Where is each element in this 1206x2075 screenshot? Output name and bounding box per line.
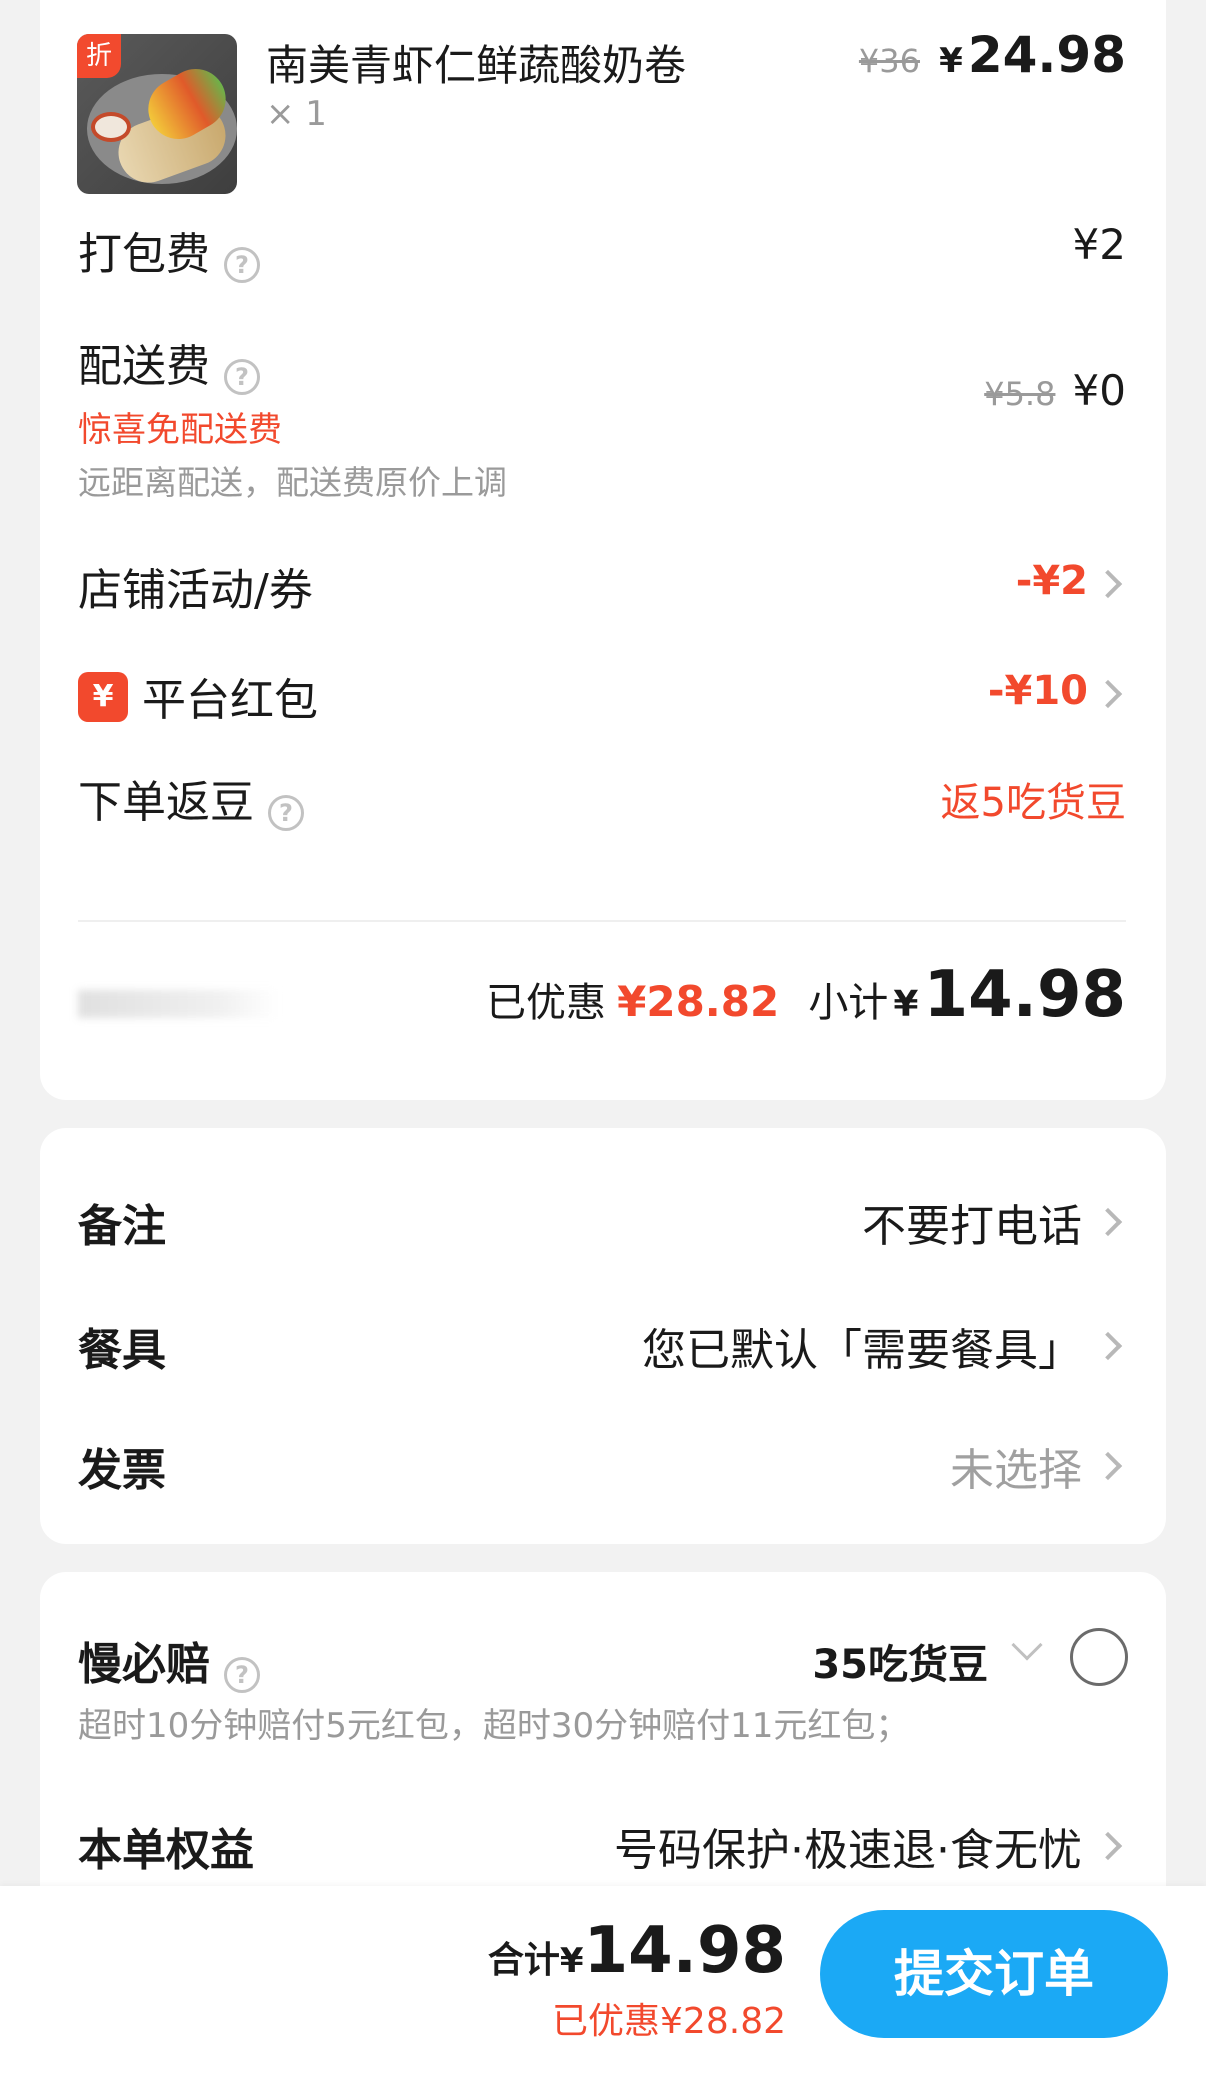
delivery-original-fee: ¥5.8 [984,375,1056,413]
burrito-food-image: 折 [77,34,237,194]
subtotal-label: 小计 [808,980,889,1026]
subtotal-value: 14.98 [923,958,1126,1032]
delivery-fee-row: 配送费? [78,330,260,395]
chevron-right-icon[interactable] [1093,679,1123,709]
saved-label: 已优惠 [486,980,607,1026]
platform-red-packet-label[interactable]: 平台红包 [142,664,318,728]
total-saved-text: 已优惠¥28.82 [552,2001,786,2042]
platform-red-packet-value[interactable]: -¥10 [988,668,1088,714]
divider [78,920,1126,922]
slow-compensation-label: 慢必赔 [78,1639,210,1690]
discount-badge: 折 [77,34,121,78]
delivery-fee-value: ¥0 [1072,366,1126,415]
bean-reward-label: 下单返豆 [78,777,254,828]
item-price-currency: ¥ [939,41,963,81]
bean-reward-row: 下单返豆? [78,766,304,831]
chevron-right-icon[interactable] [1093,569,1123,599]
order-rights-label[interactable]: 本单权益 [78,1814,254,1878]
item-name: 南美青虾仁鲜蔬酸奶卷 [266,41,687,90]
invoice-value[interactable]: 未选择 [950,1434,1082,1498]
chevron-down-icon[interactable] [1011,1629,1043,1661]
total-group: 合计¥14.98 [488,1914,786,1988]
chevron-right-icon[interactable] [1093,1451,1123,1481]
delivery-fee-label: 配送费 [78,341,210,392]
delivery-note-text: 远距离配送，配送费原价上调 [78,463,507,502]
slow-compensation-row: 慢必赔? [78,1628,260,1693]
submit-order-button[interactable]: 提交订单 [820,1910,1168,2038]
order-summary-card: 折 南美青虾仁鲜蔬酸奶卷 × 1 ¥36 ¥ 24.98 打包费? ¥2 配送费… [40,0,1166,1100]
total-currency: ¥ [559,1941,584,1981]
utensils-label[interactable]: 餐具 [78,1314,166,1378]
chevron-right-icon[interactable] [1093,1207,1123,1237]
store-coupon-value[interactable]: -¥2 [1016,558,1088,604]
utensils-value[interactable]: 您已默认「需要餐具」 [642,1314,1082,1378]
subtotal-currency: ¥ [893,984,919,1025]
delivery-promo-text: 惊喜免配送费 [78,410,282,450]
subtotal-group: 已优惠 ¥28.82 小计 ¥ 14.98 [486,958,1126,1032]
blurred-text [78,990,278,1018]
item-price-group: ¥36 ¥ 24.98 [859,26,1126,84]
packing-fee-label: 打包费 [78,229,210,280]
total-label: 合计 [487,1940,560,1981]
item-original-price: ¥36 [858,42,920,80]
delivery-fee-price-group: ¥5.8 ¥0 [984,366,1126,415]
help-icon[interactable]: ? [224,246,260,283]
chevron-right-icon[interactable] [1093,1331,1123,1361]
checkout-bar: 合计¥14.98 已优惠¥28.82 提交订单 [0,1886,1206,2075]
packing-fee-value: ¥2 [1072,220,1126,269]
slow-compensation-value[interactable]: 35吃货豆 [812,1632,988,1690]
select-radio[interactable] [1070,1628,1128,1686]
item-price: 24.98 [967,26,1126,84]
help-icon[interactable]: ? [224,358,260,395]
remark-value[interactable]: 不要打电话 [862,1190,1082,1254]
sauce-bowl [91,112,131,142]
packing-fee-row: 打包费? [78,218,260,283]
slow-compensation-desc: 超时10分钟赔付5元红包，超时30分钟赔付11元红包； [78,1706,910,1746]
store-coupon-label[interactable]: 店铺活动/券 [78,554,313,618]
chevron-right-icon[interactable] [1093,1831,1123,1861]
order-rights-value[interactable]: 号码保护·极速退·食无忧 [614,1814,1082,1878]
total-value: 14.98 [583,1914,786,1988]
red-packet-icon: ¥ [78,672,128,722]
remark-label[interactable]: 备注 [78,1190,166,1254]
bean-reward-value: 返5吃货豆 [940,780,1126,826]
help-icon[interactable]: ? [268,794,304,831]
invoice-label[interactable]: 发票 [78,1434,166,1498]
help-icon[interactable]: ? [224,1656,260,1693]
order-options-card: 备注 不要打电话 餐具 您已默认「需要餐具」 发票 未选择 [40,1128,1166,1544]
item-quantity: × 1 [266,94,327,134]
saved-value: ¥28.82 [617,977,780,1026]
